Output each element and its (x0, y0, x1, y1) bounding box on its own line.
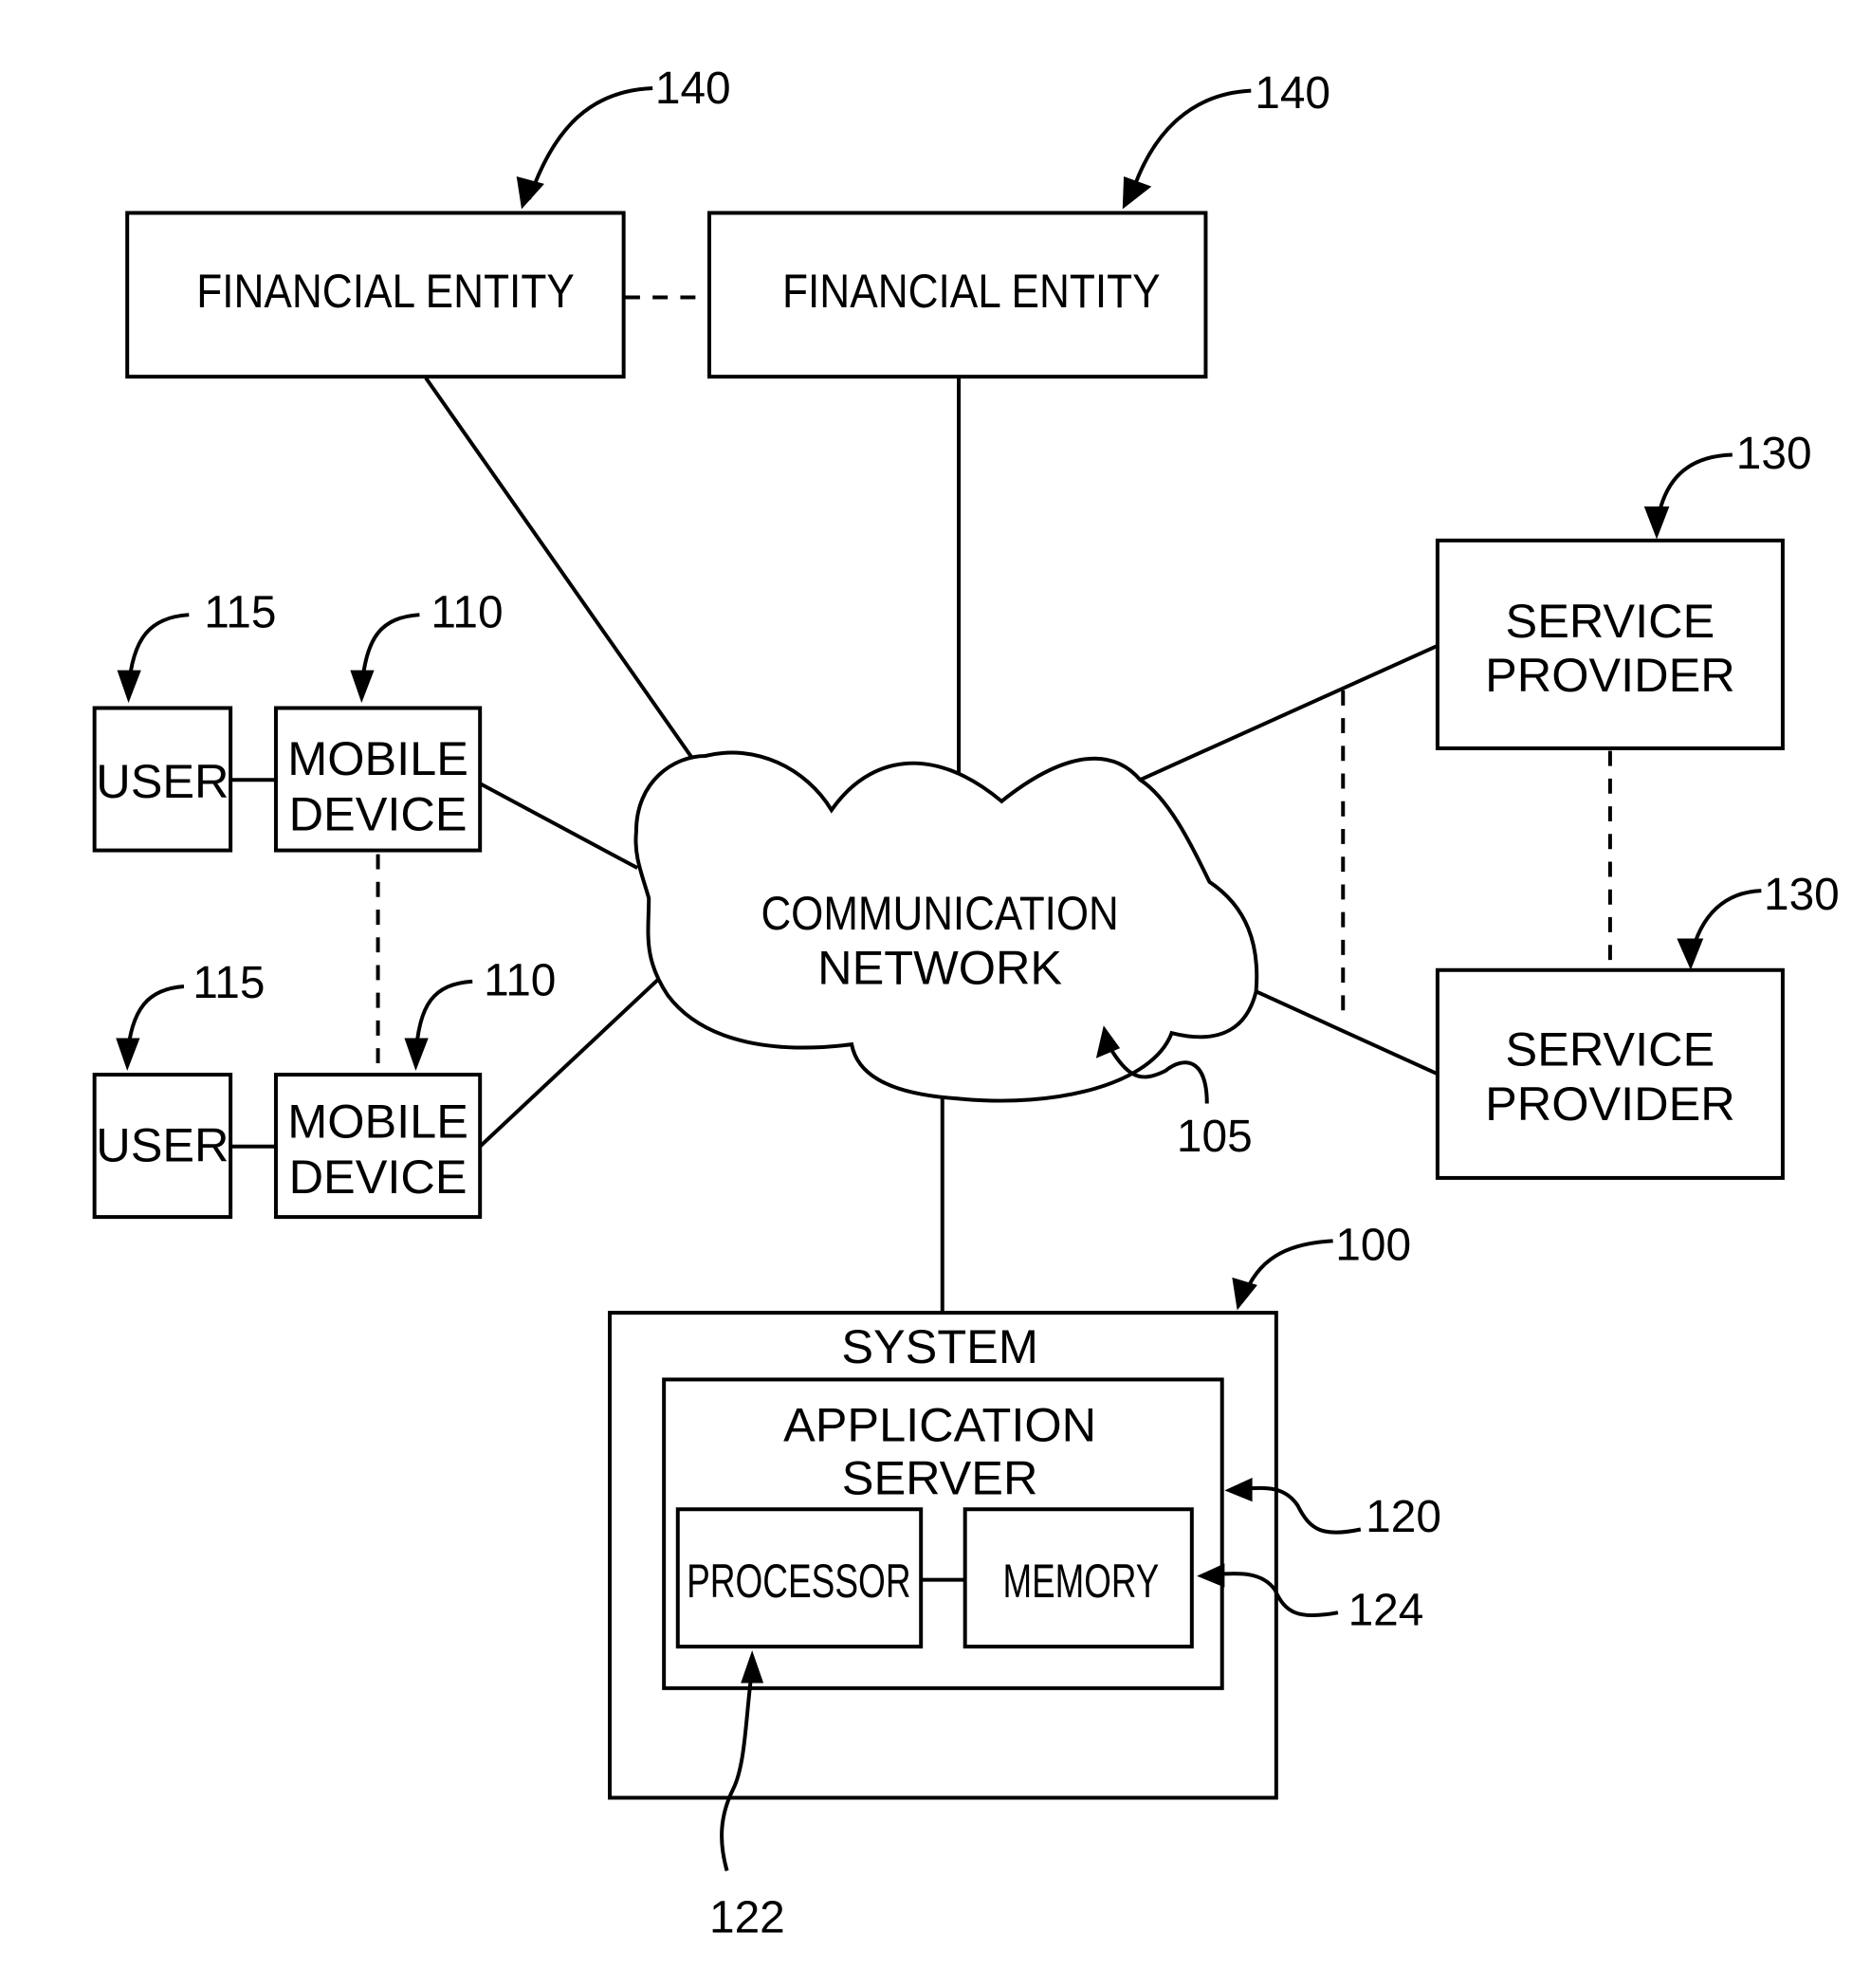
ref-130-top: 130 (1643, 429, 1812, 540)
ref-110-bottom: 110 (404, 955, 556, 1072)
ref-100-arrowhead (1232, 1277, 1257, 1311)
ref-100: 100 (1232, 1220, 1411, 1311)
service-provider-1-line2: PROVIDER (1485, 648, 1735, 702)
network-label-line1: COMMUNICATION (761, 886, 1118, 940)
processor-label: PROCESSOR (687, 1554, 910, 1608)
network-label-line2: NETWORK (817, 940, 1062, 994)
ref-100-leader (1241, 1239, 1333, 1298)
application-server-line2: SERVER (842, 1450, 1038, 1504)
ref-110-bottom-arrowhead (404, 1038, 429, 1072)
ref-100-number: 100 (1335, 1220, 1411, 1270)
ref-110-top: 110 (350, 587, 504, 704)
user-1: USER (92, 706, 233, 853)
user-2: USER (92, 1073, 233, 1220)
system-architecture-diagram: FINANCIAL ENTITY FINANCIAL ENTITY SERVIC… (92, 64, 1840, 1943)
ref-115-top: 115 (117, 587, 276, 704)
ref-130-bottom-leader (1689, 889, 1762, 958)
user-1-label: USER (96, 754, 229, 808)
memory-label: MEMORY (1003, 1554, 1160, 1608)
service-provider-2-line1: SERVICE (1506, 1022, 1715, 1077)
ref-140-right-leader (1128, 88, 1252, 200)
ref-140-right-number: 140 (1255, 68, 1330, 119)
ref-140-left-leader (527, 85, 653, 200)
ref-115-bottom-arrowhead (116, 1038, 140, 1072)
ref-140-right: 140 (1122, 68, 1330, 210)
service-provider-2-line2: PROVIDER (1485, 1077, 1735, 1131)
link-mobile-device-1-network (479, 782, 639, 870)
communication-network: COMMUNICATION NETWORK (633, 750, 1259, 1103)
financial-entity-1: FINANCIAL ENTITY (125, 211, 626, 379)
system-label: SYSTEM (841, 1319, 1038, 1373)
service-provider-1: SERVICE PROVIDER (1435, 538, 1785, 750)
link-service-provider-1-network (1139, 644, 1438, 782)
ref-115-top-number: 115 (204, 587, 276, 637)
link-service-provider-2-network (1255, 989, 1438, 1076)
financial-entity-2-label: FINANCIAL ENTITY (782, 264, 1161, 318)
ref-140-left-arrowhead (516, 175, 544, 210)
ref-110-top-arrowhead (350, 670, 375, 704)
ref-130-bottom-arrowhead (1677, 938, 1704, 970)
ref-120-number: 120 (1366, 1492, 1441, 1542)
ref-115-top-arrowhead (117, 670, 141, 704)
mobile-device-2-line2: DEVICE (289, 1150, 468, 1204)
ref-110-top-number: 110 (431, 587, 503, 637)
ref-130-top-number: 130 (1736, 429, 1812, 479)
service-provider-1-line1: SERVICE (1506, 594, 1715, 648)
mobile-device-1-line2: DEVICE (289, 786, 468, 840)
service-provider-2: SERVICE PROVIDER (1435, 967, 1785, 1180)
user-2-label: USER (96, 1118, 229, 1172)
ref-110-bottom-number: 110 (484, 955, 556, 1005)
financial-entity-1-label: FINANCIAL ENTITY (196, 264, 575, 318)
mobile-device-2-line1: MOBILE (287, 1094, 468, 1148)
ref-105-number: 105 (1177, 1112, 1253, 1162)
ref-130-top-arrowhead (1643, 506, 1670, 540)
ref-115-bottom: 115 (116, 958, 266, 1072)
ref-130-top-leader (1655, 452, 1733, 527)
mobile-device-1: MOBILE DEVICE (273, 706, 483, 853)
mobile-device-2: MOBILE DEVICE (273, 1073, 483, 1220)
ref-130-bottom: 130 (1677, 870, 1840, 970)
ref-130-bottom-number: 130 (1764, 870, 1840, 920)
application-server-line1: APPLICATION (783, 1398, 1096, 1452)
ref-140-left: 140 (516, 64, 731, 210)
ref-122-number: 122 (709, 1893, 785, 1943)
mobile-device-1-line1: MOBILE (287, 731, 468, 785)
ref-140-left-number: 140 (655, 64, 731, 114)
financial-entity-2: FINANCIAL ENTITY (706, 211, 1208, 379)
ref-124-number: 124 (1348, 1585, 1424, 1635)
ref-115-bottom-number: 115 (193, 958, 265, 1008)
ref-140-right-arrowhead (1122, 175, 1152, 210)
system: SYSTEM APPLICATION SERVER PROCESSOR MEMO… (608, 1311, 1278, 1800)
